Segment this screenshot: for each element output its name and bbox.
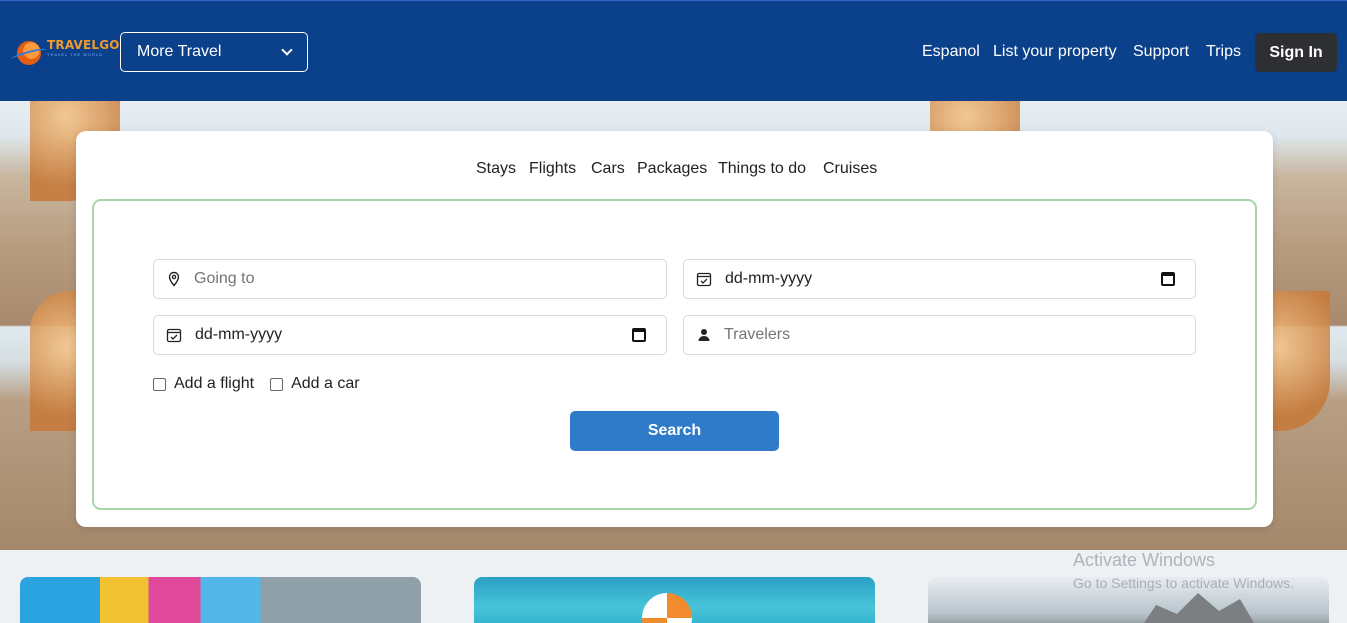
tab-cruises[interactable]: Cruises xyxy=(823,160,877,178)
add-car-label: Add a car xyxy=(291,375,360,392)
person-icon xyxy=(698,329,710,341)
tab-packages[interactable]: Packages xyxy=(637,160,707,178)
calendar-check-icon xyxy=(166,328,182,343)
add-car-checkbox[interactable]: Add a car xyxy=(270,375,360,393)
brand-tagline: TRAVEL THE WORLD xyxy=(47,52,104,57)
calendar-picker-icon[interactable] xyxy=(1161,272,1175,286)
tab-stays[interactable]: Stays xyxy=(476,160,516,178)
watermark-title: Activate Windows xyxy=(1073,550,1216,570)
more-travel-dropdown[interactable]: More Travel xyxy=(120,32,308,72)
add-flight-checkbox[interactable]: Add a flight xyxy=(153,375,254,393)
destination-field[interactable] xyxy=(153,259,667,299)
globe-icon xyxy=(17,41,41,65)
calendar-picker-icon[interactable] xyxy=(632,328,646,342)
brand-name: TRAVELGO xyxy=(47,38,120,52)
tab-flights[interactable]: Flights xyxy=(529,160,576,178)
destination-card-image[interactable] xyxy=(20,577,421,623)
travelgo-logo[interactable]: TRAVELGO TRAVEL THE WORLD xyxy=(17,39,120,65)
checkin-date-value: dd-mm-yyyy xyxy=(725,270,813,287)
map-pin-icon xyxy=(168,271,180,287)
nav-support[interactable]: Support xyxy=(1133,43,1189,61)
travelers-field[interactable] xyxy=(683,315,1196,355)
search-button[interactable]: Search xyxy=(570,411,779,451)
add-ons: Add a flight Add a car xyxy=(153,375,360,393)
nav-list-your-property[interactable]: List your property xyxy=(993,43,1117,61)
checkbox-box[interactable] xyxy=(270,377,284,391)
search-card: Stays Flights Cars Packages Things to do… xyxy=(76,131,1273,527)
add-flight-label: Add a flight xyxy=(174,375,255,392)
checkbox-box[interactable] xyxy=(153,377,166,391)
watermark-subtitle: Go to Settings to activate Windows. xyxy=(1073,575,1294,591)
tab-things-to-do[interactable]: Things to do xyxy=(718,160,806,178)
calendar-check-icon xyxy=(696,272,712,287)
nav-trips[interactable]: Trips xyxy=(1206,43,1241,61)
sign-in-button[interactable]: Sign In xyxy=(1255,33,1337,72)
checkout-date-field[interactable]: dd-mm-yyyy xyxy=(153,315,667,355)
rock-formation-image xyxy=(1128,593,1268,623)
checkin-date-field[interactable]: dd-mm-yyyy xyxy=(683,259,1196,299)
search-form-panel: dd-mm-yyyy dd-mm-yyyy Add a xyxy=(92,199,1257,510)
checkout-date-value: dd-mm-yyyy xyxy=(195,326,283,343)
nav-espanol[interactable]: Espanol xyxy=(922,43,980,61)
top-header: TRAVELGO TRAVEL THE WORLD More Travel Es… xyxy=(0,0,1347,101)
more-travel-label: More Travel xyxy=(137,43,222,60)
travelers-input[interactable] xyxy=(684,316,1195,354)
chevron-down-icon xyxy=(281,44,293,56)
destination-card-image[interactable] xyxy=(474,577,875,623)
tab-cars[interactable]: Cars xyxy=(591,160,625,178)
destination-input[interactable] xyxy=(154,260,666,298)
activate-windows-watermark: Activate Windows Go to Settings to activ… xyxy=(1073,550,1294,591)
beach-ball-image xyxy=(642,593,692,623)
